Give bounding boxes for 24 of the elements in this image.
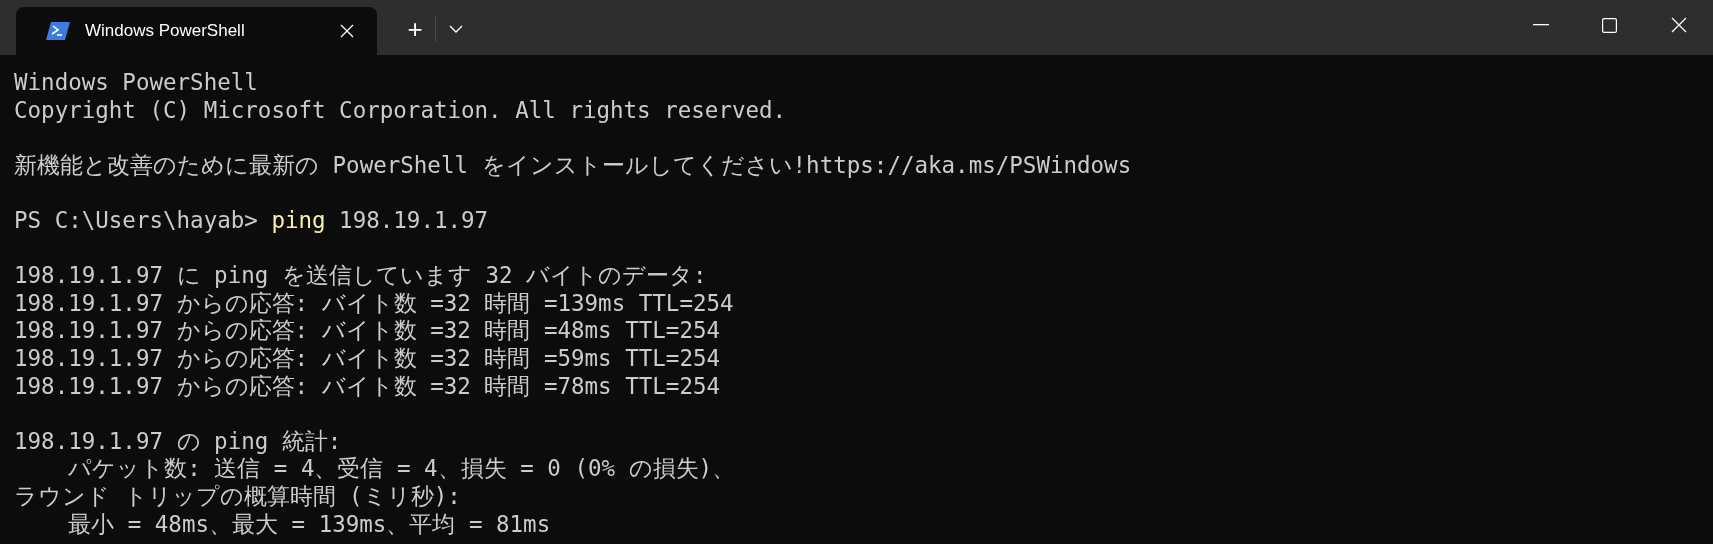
output-line: 198.19.1.97 からの応答: バイト数 =32 時間 =139ms TTL=254 [14,289,734,316]
output-line: 198.19.1.97 からの応答: バイト数 =32 時間 =78ms TTL=254 [14,372,721,399]
output-line: 198.19.1.97 に ping を送信しています 32 バイトのデータ: [14,262,707,289]
minimize-icon [1532,24,1549,26]
close-icon [1670,17,1687,33]
terminal-icon [46,22,70,40]
maximize-icon [1602,17,1617,33]
argument-text: 198.19.1.97 [338,206,489,233]
command-text: ping [271,206,326,233]
new-tab-button[interactable]: + [395,11,435,47]
tab[interactable]: Windows PowerShell [16,7,377,55]
output-line: 198.19.1.97 からの応答: バイト数 =32 時間 =48ms TTL=254 [14,317,721,344]
output-line: Windows PowerShell [14,69,258,95]
close-icon [340,24,354,38]
chevron-down-icon [449,25,463,33]
output-line: 最小 = 48ms、最大 = 139ms、平均 = 81ms [67,510,551,537]
output-line: Copyright (C) Microsoft Corporation. All rights reserved. [14,96,787,123]
output-line: 198.19.1.97 からの応答: バイト数 =32 時間 =59ms TTL=254 [14,344,721,371]
tab-title: Windows PowerShell [85,20,246,43]
output-line: 新機能と改善のために最新の PowerShell をインストールしてください!https://aka.ms/PSWindows [14,151,1132,178]
prompt-text: PS C:\Users\hayab> [14,206,259,233]
output-line: 198.19.1.97 の ping 統計: [14,427,342,454]
output-line: ラウンド トリップの概算時間 (ミリ秒): [14,482,461,509]
output-line: パケット数: 送信 = 4、受信 = 4、損失 = 0 (0% の損失)、 [67,455,736,482]
